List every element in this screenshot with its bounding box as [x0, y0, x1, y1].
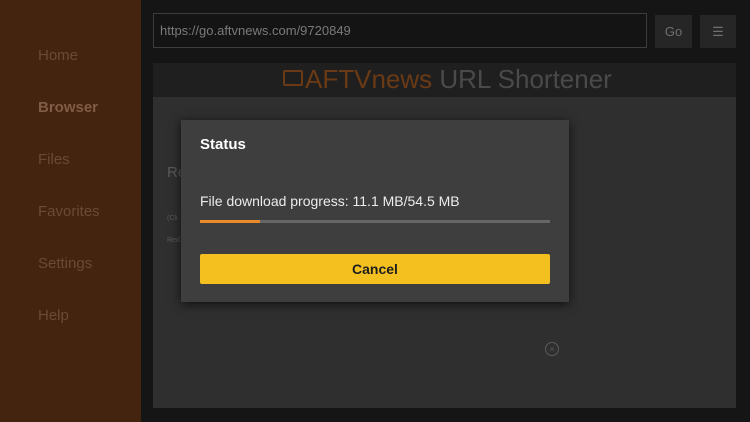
site-title-rest: URL Shortener — [432, 64, 612, 94]
bg-line-2: Red — [167, 237, 180, 244]
progress-bar-fill — [200, 220, 260, 223]
sidebar-item-files[interactable]: Files — [38, 151, 70, 168]
sidebar: Home Browser Files Favorites Settings He… — [0, 0, 141, 422]
sidebar-item-favorites[interactable]: Favorites — [38, 203, 100, 220]
sidebar-item-settings[interactable]: Settings — [38, 255, 92, 272]
menu-icon: ☰ — [712, 24, 724, 39]
progress-bar — [200, 220, 550, 223]
sidebar-item-browser[interactable]: Browser — [38, 99, 98, 116]
close-icon[interactable]: × — [545, 342, 559, 356]
app-window: Home Browser Files Favorites Settings He… — [0, 0, 750, 422]
url-input[interactable]: https://go.aftvnews.com/9720849 — [153, 13, 647, 48]
bg-line-1: (Cli — [167, 215, 178, 222]
sidebar-item-help[interactable]: Help — [38, 307, 69, 324]
webpage-header: AFTVnews URL Shortener — [153, 63, 736, 97]
site-brand: AFTVnews — [305, 64, 433, 94]
progress-text: File download progress: 11.1 MB/54.5 MB — [200, 193, 460, 209]
cancel-button[interactable]: Cancel — [200, 254, 550, 284]
dialog-title: Status — [200, 136, 246, 153]
sidebar-item-home[interactable]: Home — [38, 47, 78, 64]
go-button[interactable]: Go — [655, 15, 692, 48]
menu-button[interactable]: ☰ — [700, 15, 736, 48]
status-dialog: Status File download progress: 11.1 MB/5… — [181, 120, 569, 302]
tv-icon — [283, 70, 303, 86]
site-title: AFTVnews URL Shortener — [283, 64, 612, 95]
